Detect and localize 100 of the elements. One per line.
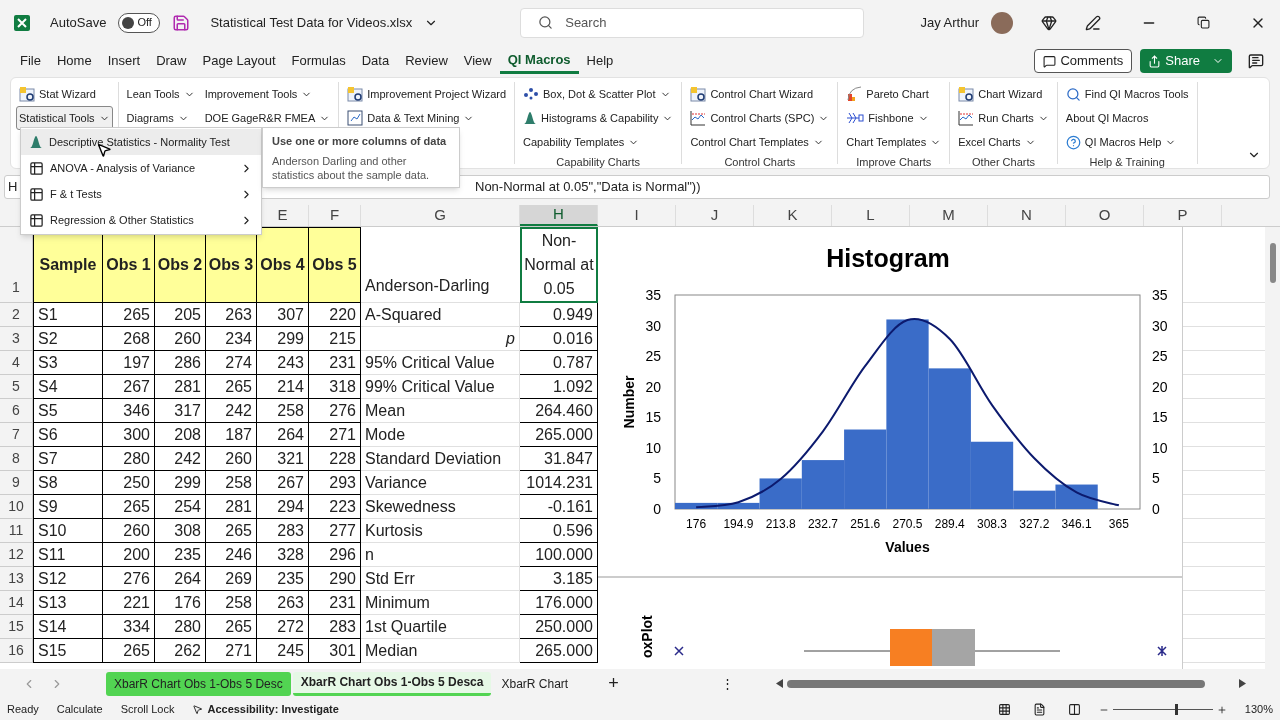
ribbon-button[interactable]: Statistical Tools [16,106,113,130]
ribbon-button[interactable]: Control Chart Templates [687,130,827,154]
row-number[interactable]: 1 [0,227,33,303]
horizontal-scrollbar[interactable] [776,677,1246,690]
file-name[interactable]: Statistical Test Data for Videos.xlsx [210,12,413,33]
ribbon-button[interactable]: Capability Templates [520,130,643,154]
row-number[interactable]: 13 [0,567,33,591]
row-number[interactable]: 9 [0,471,33,495]
menu-tab[interactable]: Insert [99,48,149,74]
comment-person-icon[interactable] [1248,53,1264,69]
row-number[interactable]: 14 [0,591,33,615]
column-header[interactable]: J [676,205,754,226]
ribbon-button[interactable]: Run Charts [955,106,1052,130]
comments-button[interactable]: Comments [1034,49,1133,73]
scroll-left-icon[interactable] [776,679,783,688]
table-cell: 235 [257,567,309,591]
y-tick-label: 20 [645,378,661,395]
column-header[interactable]: K [754,205,832,226]
share-button[interactable]: Share [1140,49,1232,73]
search-field[interactable]: Search [520,7,865,38]
avatar-icon[interactable] [991,11,1013,34]
zoom-slider[interactable] [1098,704,1227,715]
row-number[interactable]: 5 [0,375,33,399]
menu-tab[interactable]: View [455,48,500,74]
menu-tab[interactable]: QI Macros [499,48,579,74]
ribbon-button[interactable]: Histograms & Capability [520,106,677,130]
selected-cell[interactable]: Non-Normal at 0.05 [520,227,598,303]
row-number[interactable]: 8 [0,447,33,471]
column-header[interactable]: H [520,205,598,226]
scroll-right-icon[interactable] [1239,679,1246,688]
row-number[interactable]: 11 [0,519,33,543]
column-header[interactable]: L [832,205,910,226]
column-header[interactable]: M [910,205,988,226]
row-number[interactable]: 4 [0,351,33,375]
sheet-tab[interactable]: XbarR Chart [493,671,577,696]
restore-icon[interactable] [1197,16,1210,29]
normal-view-icon[interactable] [997,703,1011,716]
autosave-toggle[interactable]: Off [118,12,161,33]
row-number[interactable]: 10 [0,495,33,519]
more-button[interactable]: ⋮ [720,673,734,694]
page-break-icon[interactable] [1067,703,1081,716]
row-number[interactable]: 2 [0,303,33,327]
diamond-icon[interactable] [1041,14,1057,31]
column-header[interactable]: N [988,205,1066,226]
column-header[interactable]: P [1144,205,1222,226]
column-header[interactable]: O [1066,205,1144,226]
sheet-tab[interactable]: XbarR Chart Obs 1-Obs 5 Desca [292,671,492,696]
ribbon-button[interactable]: Pareto Chart [843,82,932,106]
ribbon-button[interactable]: DOE GageR&R FMEA [201,106,334,130]
pen-icon[interactable] [1085,14,1101,31]
row-number[interactable]: 6 [0,399,33,423]
menu-item[interactable]: Descriptive Statistics - Normality Test [21,129,261,155]
table-cell: 197 [103,351,155,375]
column-header[interactable]: I [598,205,676,226]
ribbon-button[interactable]: Diagrams [123,106,198,130]
zoom-level[interactable]: 130% [1244,701,1273,718]
add-sheet-button[interactable]: + [608,670,619,697]
line-chart-icon [958,110,975,126]
row-number[interactable]: 7 [0,423,33,447]
sheet-tab[interactable]: XbarR Chart Obs 1-Obs 5 Desc [106,671,291,696]
ribbon-button[interactable]: Data & Text Mining [344,106,478,130]
menu-tab[interactable]: Home [48,48,100,74]
menu-tab[interactable]: Draw [148,48,195,74]
ribbon-button[interactable]: Excel Charts [955,130,1039,154]
y-tick-label: 35 [645,287,661,303]
ribbon-button[interactable]: Chart Templates [843,130,945,154]
ribbon-button[interactable]: Control Charts (SPC) [687,106,833,130]
row-number[interactable]: 16 [0,639,33,663]
vertical-scrollbar[interactable] [1265,227,1280,669]
zoom-thumb[interactable] [1174,704,1178,715]
accessibility-status[interactable]: Accessibility: Investigate [192,701,339,718]
ribbon-button[interactable]: Improvement Tools [201,82,334,106]
row-number[interactable]: 15 [0,615,33,639]
table-cell: 99% Critical Value [361,375,520,399]
menu-tab[interactable]: Formulas [283,48,354,74]
page-layout-icon[interactable] [1032,703,1046,716]
ribbon-button[interactable]: Find QI Macros Tools [1062,82,1192,106]
ribbon-button[interactable]: Stat Wizard [16,82,99,106]
menu-tab[interactable]: File [12,48,49,74]
ribbon-button[interactable]: Improvement Project Wizard [344,82,510,106]
box-lower [890,629,932,666]
ribbon-button[interactable]: Chart Wizard [955,82,1046,106]
ribbon-button[interactable]: Lean Tools [123,82,198,106]
table-cell: 234 [206,327,257,351]
ribbon-button[interactable]: Control Chart Wizard [687,82,817,106]
ribbon-button[interactable]: QI Macros Help [1062,130,1180,154]
row-number[interactable]: 3 [0,327,33,351]
table-cell: Anderson-Darling [361,227,520,303]
ribbon-button[interactable]: About QI Macros [1062,106,1152,130]
ribbon-button[interactable]: Box, Dot & Scatter Plot [520,82,674,106]
save-icon[interactable] [172,13,191,32]
menu-tab[interactable]: Help [578,48,622,74]
column-header[interactable]: F [309,205,361,226]
menu-tab[interactable]: Data [353,48,398,74]
zoom-in-icon[interactable] [1216,704,1227,715]
menu-tab[interactable]: Review [397,48,456,74]
menu-tab[interactable]: Page Layout [194,48,284,74]
ribbon-button[interactable]: Fishbone [843,106,932,130]
row-number[interactable]: 12 [0,543,33,567]
x-tick-label: 289.4 [934,517,965,531]
